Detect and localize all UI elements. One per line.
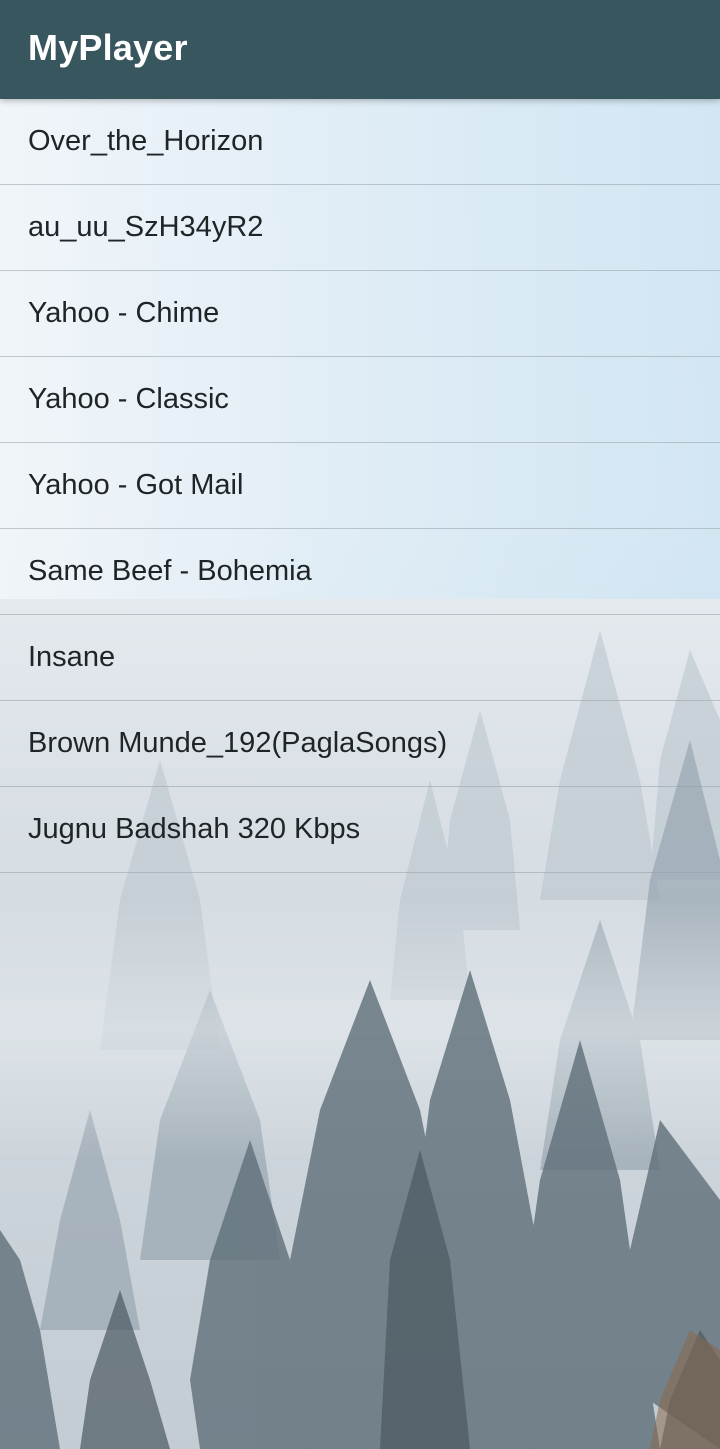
song-list-item[interactable]: au_uu_SzH34yR2 <box>0 185 720 271</box>
song-title: Yahoo - Got Mail <box>28 469 244 501</box>
app-title: MyPlayer <box>28 26 188 68</box>
song-title: Yahoo - Classic <box>28 383 229 415</box>
song-list-item[interactable]: Over_the_Horizon <box>0 99 720 185</box>
song-list-item[interactable]: Yahoo - Got Mail <box>0 443 720 529</box>
song-title: Over_the_Horizon <box>28 125 264 157</box>
screen: MyPlayer Over_the_Horizon au_uu_SzH34yR2… <box>0 0 720 1449</box>
song-list-item[interactable]: Insane <box>0 615 720 701</box>
song-list-item[interactable]: Yahoo - Classic <box>0 357 720 443</box>
song-title: Yahoo - Chime <box>28 297 220 329</box>
song-list-item[interactable]: Same Beef - Bohemia <box>0 529 720 615</box>
song-title: au_uu_SzH34yR2 <box>28 211 264 243</box>
app-bar: MyPlayer <box>0 0 720 99</box>
song-list-item[interactable]: Brown Munde_192(PaglaSongs) <box>0 701 720 787</box>
song-list-item[interactable]: Yahoo - Chime <box>0 271 720 357</box>
song-title: Jugnu Badshah 320 Kbps <box>28 813 361 845</box>
song-title: Brown Munde_192(PaglaSongs) <box>28 727 448 759</box>
song-list-item[interactable]: Jugnu Badshah 320 Kbps <box>0 787 720 873</box>
song-title: Same Beef - Bohemia <box>28 555 312 587</box>
song-title: Insane <box>28 641 116 673</box>
song-list: Over_the_Horizon au_uu_SzH34yR2 Yahoo - … <box>0 99 720 873</box>
